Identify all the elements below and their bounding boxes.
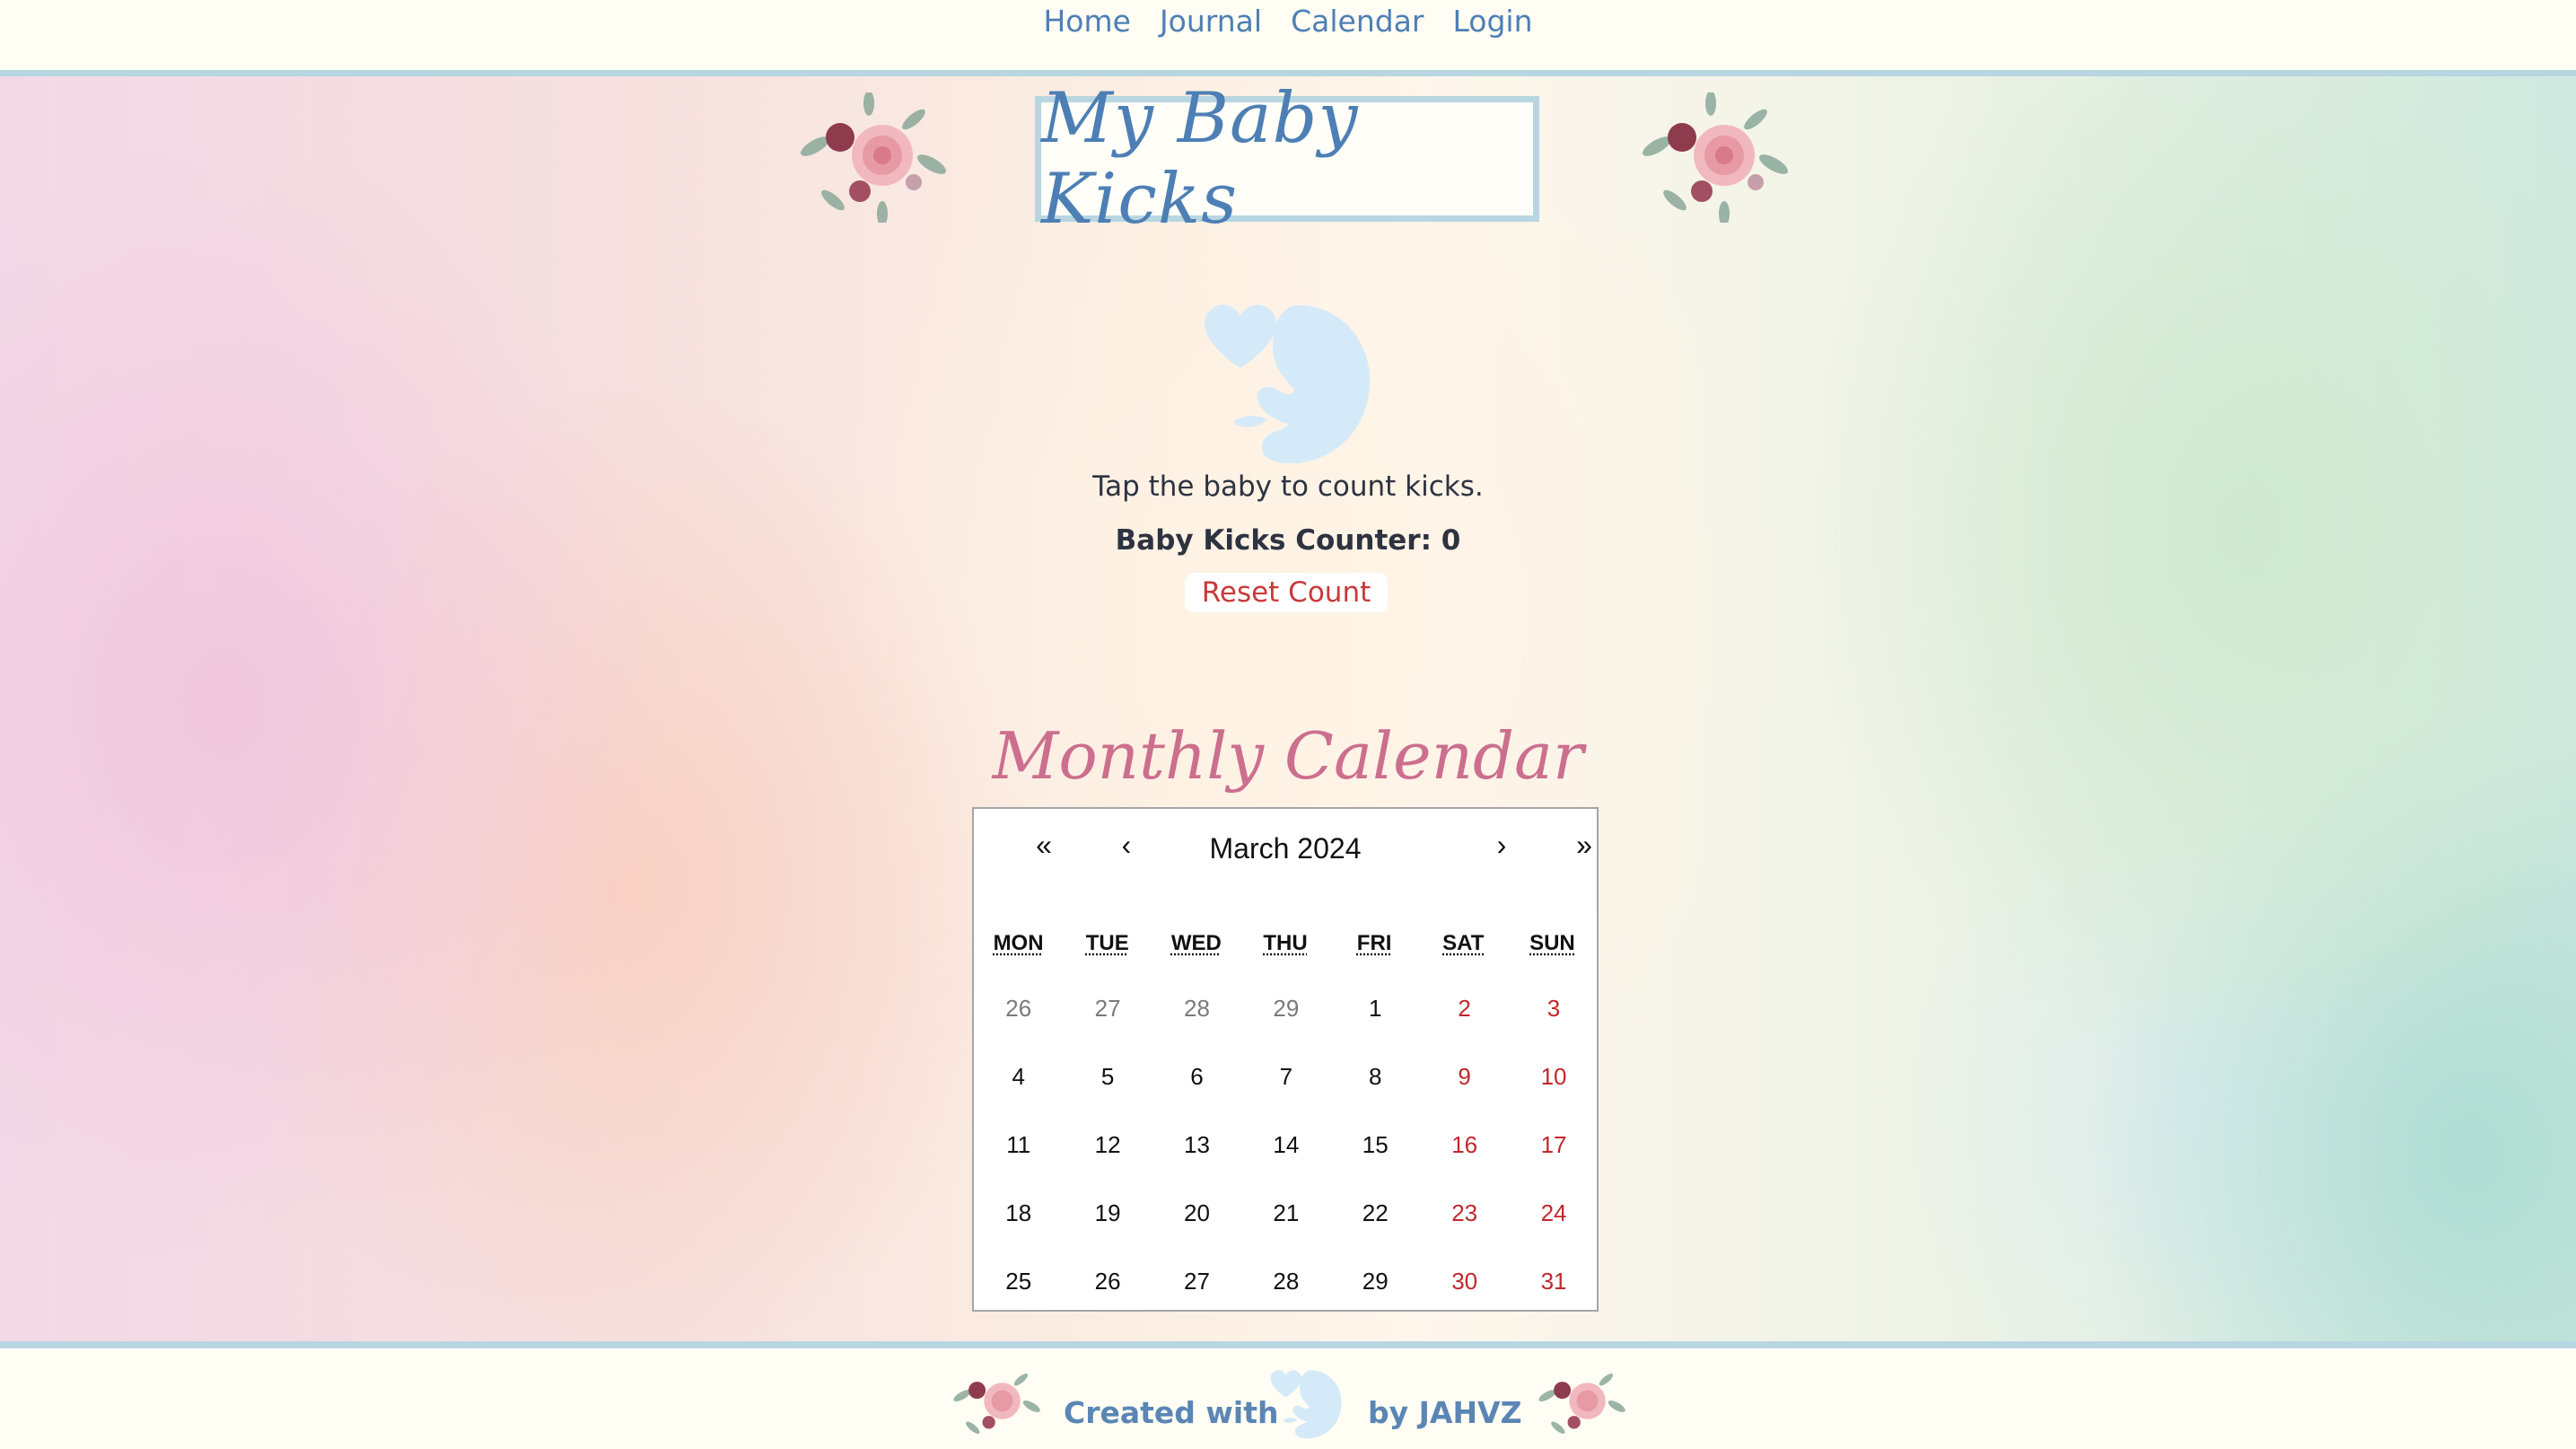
- calendar-day[interactable]: 30: [1420, 1247, 1509, 1315]
- calendar-day[interactable]: 19: [1063, 1179, 1152, 1247]
- calendar-navigation: « ‹ March 2024 › »: [974, 809, 1597, 890]
- calendar-day[interactable]: 3: [1509, 974, 1598, 1042]
- calendar-day[interactable]: 28: [1241, 1247, 1330, 1315]
- weekday-header: THU: [1263, 931, 1308, 955]
- calendar-day[interactable]: 26: [974, 974, 1063, 1042]
- calendar-day[interactable]: 1: [1331, 974, 1420, 1042]
- tap-hint-text: Tap the baby to count kicks.: [1092, 470, 1484, 503]
- calendar-day[interactable]: 6: [1152, 1042, 1241, 1111]
- calendar-day[interactable]: 25: [974, 1247, 1063, 1315]
- flower-decoration-icon: [1643, 92, 1788, 223]
- calendar-day-grid: 26 27 28 29 1 2 3 4 5 6 7 8 9 10 11 12 13 14 15 16 17 18 19 20 2…: [974, 974, 1597, 1315]
- top-nav: Home Journal Calendar Login: [0, 0, 2576, 76]
- calendar-day[interactable]: 14: [1241, 1111, 1330, 1179]
- calendar-day[interactable]: 26: [1063, 1247, 1152, 1315]
- calendar-day[interactable]: 20: [1152, 1179, 1241, 1247]
- calendar-day[interactable]: 10: [1509, 1042, 1598, 1111]
- nav-journal-link[interactable]: Journal: [1160, 0, 1262, 39]
- calendar-day[interactable]: 15: [1331, 1111, 1420, 1179]
- calendar-day[interactable]: 29: [1241, 974, 1330, 1042]
- calendar-day[interactable]: 16: [1420, 1111, 1509, 1179]
- prev-year-button[interactable]: «: [1017, 829, 1071, 862]
- weekday-header: FRI: [1356, 931, 1392, 955]
- baby-kick-button-icon[interactable]: [1197, 296, 1377, 467]
- calendar-day[interactable]: 27: [1152, 1247, 1241, 1315]
- calendar-day[interactable]: 31: [1509, 1247, 1598, 1315]
- calendar-day[interactable]: 5: [1063, 1042, 1152, 1111]
- calendar-day[interactable]: 24: [1509, 1179, 1598, 1247]
- calendar-day[interactable]: 27: [1063, 974, 1152, 1042]
- monthly-calendar: « ‹ March 2024 › » MON TUE WED THU FRI SAT SUN…: [972, 807, 1599, 1312]
- nav-login-link[interactable]: Login: [1452, 0, 1532, 39]
- weekday-header: SAT: [1442, 931, 1485, 955]
- weekday-header-row: MON TUE WED THU FRI SAT SUN: [974, 931, 1597, 956]
- calendar-day[interactable]: 4: [974, 1042, 1063, 1111]
- weekday-header: WED: [1170, 931, 1222, 955]
- calendar-month-label[interactable]: March 2024: [1153, 832, 1417, 865]
- next-year-button[interactable]: »: [1557, 829, 1611, 862]
- calendar-day[interactable]: 23: [1420, 1179, 1509, 1247]
- calendar-day[interactable]: 11: [974, 1111, 1063, 1179]
- calendar-day[interactable]: 2: [1420, 974, 1509, 1042]
- reset-count-button[interactable]: Reset Count: [1185, 573, 1388, 612]
- calendar-day[interactable]: 28: [1152, 974, 1241, 1042]
- calendar-day[interactable]: 13: [1152, 1111, 1241, 1179]
- calendar-day[interactable]: 17: [1509, 1111, 1598, 1179]
- footer-author: by JAHVZ: [1368, 1395, 1522, 1430]
- weekday-header: TUE: [1085, 931, 1129, 955]
- next-month-button[interactable]: ›: [1475, 829, 1529, 862]
- prev-month-button[interactable]: ‹: [1100, 829, 1153, 862]
- site-title-box: My Baby Kicks: [1035, 78, 1539, 240]
- calendar-day[interactable]: 22: [1331, 1179, 1420, 1247]
- baby-heart-icon: [1270, 1370, 1342, 1439]
- weekday-header: SUN: [1529, 931, 1575, 955]
- kicks-counter: Baby Kicks Counter: 0: [1115, 524, 1461, 557]
- nav-home-link[interactable]: Home: [1043, 0, 1130, 39]
- calendar-day[interactable]: 21: [1241, 1179, 1330, 1247]
- calendar-title: Monthly Calendar: [992, 718, 1584, 794]
- calendar-day[interactable]: 12: [1063, 1111, 1152, 1179]
- flower-decoration-icon: [801, 92, 946, 223]
- nav-calendar-link[interactable]: Calendar: [1291, 0, 1424, 39]
- calendar-day[interactable]: 29: [1331, 1247, 1420, 1315]
- calendar-day[interactable]: 18: [974, 1179, 1063, 1247]
- footer: Created with by JAHVZ: [0, 1341, 2576, 1449]
- calendar-day[interactable]: 9: [1420, 1042, 1509, 1111]
- flower-decoration-icon: [953, 1373, 1040, 1434]
- calendar-day[interactable]: 7: [1241, 1042, 1330, 1111]
- calendar-day[interactable]: 8: [1331, 1042, 1420, 1111]
- weekday-header: MON: [993, 931, 1044, 955]
- flower-decoration-icon: [1538, 1373, 1625, 1434]
- footer-created-with: Created with: [1064, 1395, 1279, 1430]
- site-title: My Baby Kicks: [1041, 78, 1359, 240]
